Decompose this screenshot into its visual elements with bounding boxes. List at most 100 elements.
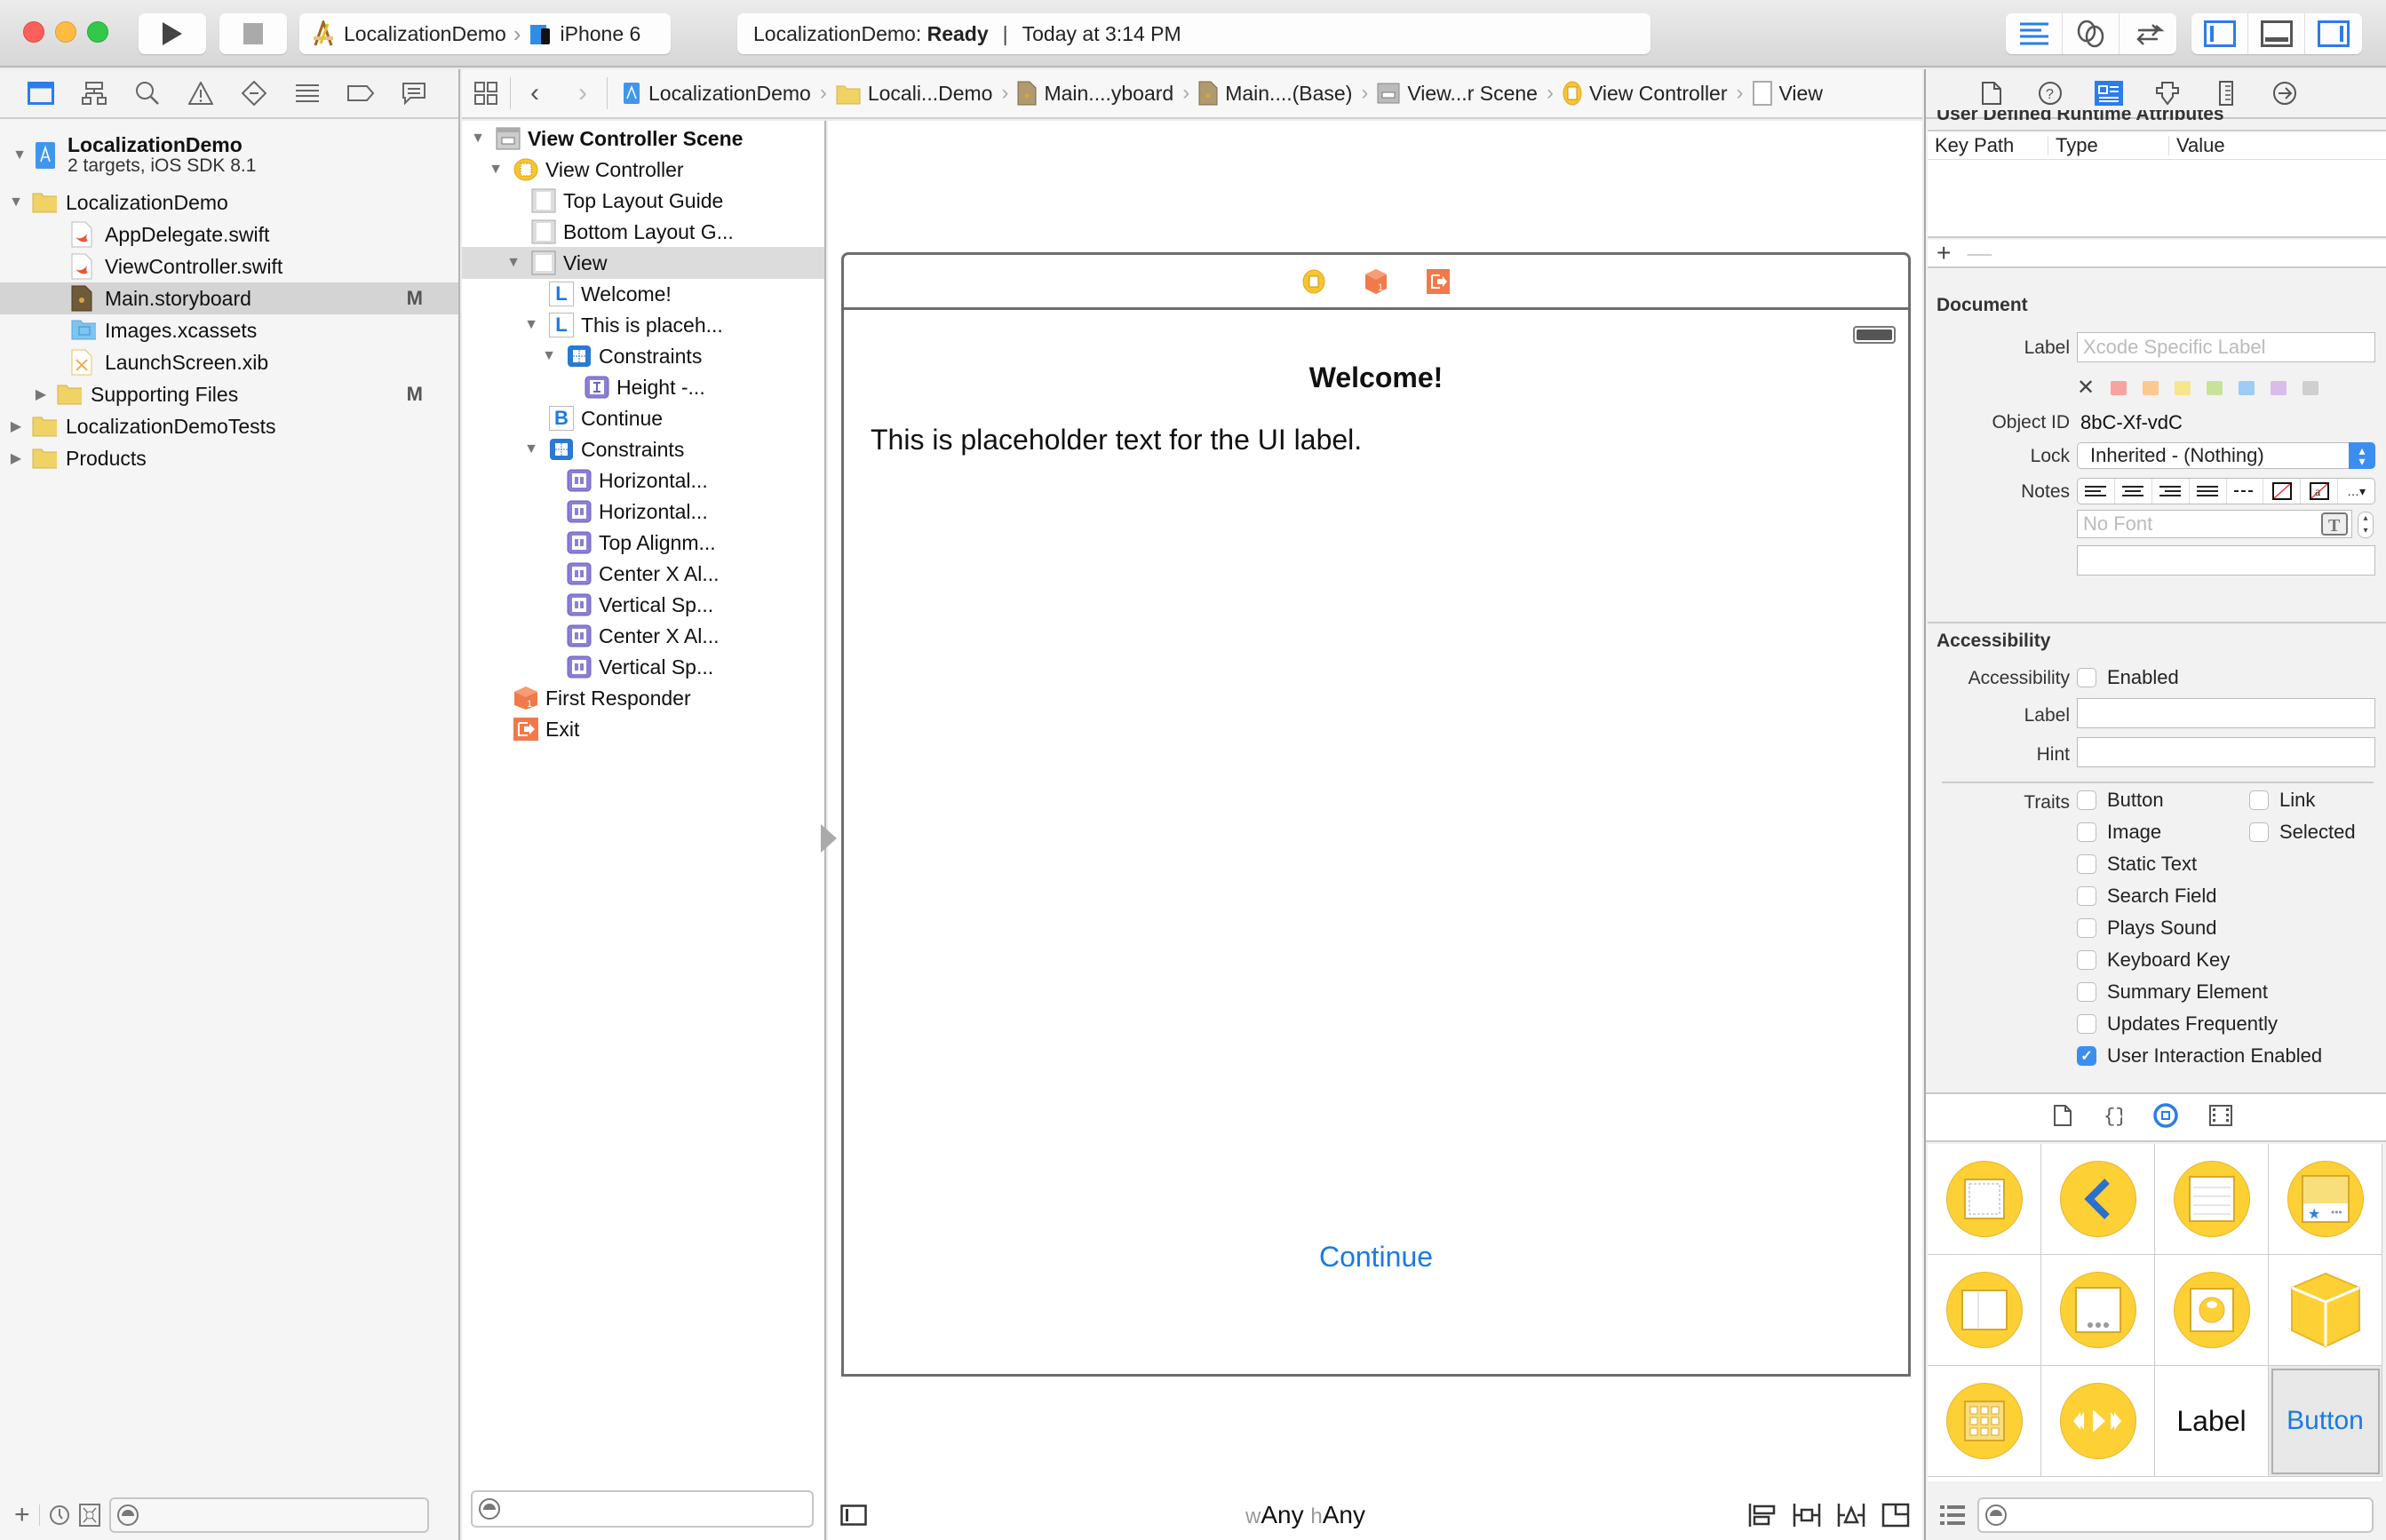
trait-checkbox[interactable]: Keyboard Key: [2077, 949, 2230, 972]
pin-icon[interactable]: [1793, 1503, 1821, 1528]
quick-help-tab[interactable]: ?: [2036, 79, 2064, 107]
scheme-selector[interactable]: LocalizationDemo › iPhone 6: [299, 13, 671, 54]
font-picker-icon[interactable]: T: [2321, 512, 2348, 536]
symbol-navigator-tab[interactable]: [80, 79, 108, 107]
accessibility-hint-field[interactable]: [2077, 737, 2375, 767]
udra-table[interactable]: Key Path Type Value: [1928, 130, 2386, 238]
trait-checkbox[interactable]: Summary Element: [2077, 980, 2268, 1004]
library-item-view-controller[interactable]: [1928, 1144, 2041, 1255]
checkbox[interactable]: [2077, 854, 2096, 874]
outline-filter-field[interactable]: [471, 1490, 814, 1528]
outline-item[interactable]: ▼ Constraints: [462, 433, 824, 465]
navigator-item[interactable]: ViewController.swift: [0, 250, 458, 282]
outline-item[interactable]: Exit: [462, 713, 824, 745]
library-item-split-view-controller[interactable]: [1928, 1255, 2041, 1366]
view-controller-dock-icon[interactable]: [1302, 269, 1325, 294]
align-icon[interactable]: [1748, 1503, 1777, 1528]
run-button[interactable]: [139, 13, 206, 54]
checkbox[interactable]: [2077, 918, 2096, 938]
outline-item[interactable]: ▼ L This is placeh...: [462, 309, 824, 341]
checkbox[interactable]: [2249, 790, 2269, 810]
zoom-window-button[interactable]: [87, 21, 108, 43]
checkmark-icon[interactable]: ✓: [2077, 1046, 2096, 1066]
library-item-navigation-controller[interactable]: [2041, 1144, 2155, 1255]
disclosure-open-icon[interactable]: ▼: [469, 131, 487, 147]
justify-button[interactable]: [2190, 479, 2227, 504]
disclosure-open-icon[interactable]: ▼: [487, 162, 505, 178]
outline-item[interactable]: B Continue: [462, 402, 824, 434]
outline-item[interactable]: ▼ Constraints: [462, 340, 824, 372]
outline-item[interactable]: L Welcome!: [462, 278, 824, 310]
toggle-utilities-button[interactable]: [2305, 13, 2362, 54]
breadcrumb-item[interactable]: View Controller: [1557, 81, 1733, 106]
accessibility-label-field[interactable]: [2077, 698, 2375, 728]
column-type[interactable]: Type: [2048, 135, 2169, 155]
navigator-item[interactable]: Main.storyboard M: [0, 282, 458, 314]
breakpoint-navigator-tab[interactable]: [346, 79, 375, 107]
project-navigator-tab[interactable]: [27, 79, 55, 107]
breadcrumb-item[interactable]: Main....yboard: [1012, 81, 1179, 106]
object-library-tab[interactable]: [2152, 1102, 2179, 1133]
connections-inspector-tab[interactable]: [2271, 79, 2299, 107]
add-file-button[interactable]: +: [14, 1500, 30, 1530]
size-inspector-tab[interactable]: [2212, 79, 2240, 107]
breadcrumb-item[interactable]: View...r Scene: [1372, 81, 1543, 106]
disclosure-open-icon[interactable]: ▼: [522, 441, 540, 457]
outline-item[interactable]: Vertical Sp...: [462, 651, 824, 683]
column-value[interactable]: Value: [2169, 135, 2225, 155]
close-window-button[interactable]: [23, 21, 44, 43]
checkbox[interactable]: [2077, 1014, 2096, 1034]
library-item-table-view-controller[interactable]: [2155, 1144, 2269, 1255]
library-item-object[interactable]: [2269, 1255, 2382, 1366]
first-responder-dock-icon[interactable]: 1: [1364, 268, 1388, 295]
font-size-stepper[interactable]: ▴ ▾: [2358, 512, 2374, 538]
go-back-button[interactable]: ‹: [511, 68, 559, 118]
outline-item[interactable]: ▼ View Controller Scene: [462, 123, 824, 155]
resolve-autolayout-icon[interactable]: [1837, 1503, 1865, 1528]
disclosure-open-icon[interactable]: ▼: [540, 348, 558, 364]
disclosure-closed-icon[interactable]: ▶: [7, 417, 25, 435]
library-item-av-player-view-controller[interactable]: [2041, 1366, 2155, 1477]
label-color-swatch[interactable]: [2207, 380, 2223, 395]
media-library-tab[interactable]: [2209, 1104, 2232, 1131]
issue-navigator-tab[interactable]: [187, 79, 215, 107]
toggle-debug-area-button[interactable]: [2248, 13, 2305, 54]
interface-builder-canvas[interactable]: 1 Welcome! This is placeholder text for …: [821, 121, 1922, 1490]
related-items-button[interactable]: [462, 68, 510, 118]
more-options-button[interactable]: …▾: [2338, 479, 2374, 504]
go-forward-button[interactable]: ›: [559, 68, 607, 118]
align-left-button[interactable]: [2078, 479, 2115, 504]
checkbox[interactable]: [2077, 950, 2096, 970]
xcode-label-field[interactable]: Xcode Specific Label: [2077, 332, 2375, 362]
list-view-toggle-icon[interactable]: [1940, 1504, 1965, 1526]
exit-dock-icon[interactable]: [1427, 268, 1450, 294]
standard-editor-button[interactable]: [2006, 13, 2063, 54]
outline-item[interactable]: Top Layout Guide: [462, 185, 824, 217]
notes-text-area[interactable]: [2077, 545, 2375, 576]
trait-checkbox[interactable]: Image: [2077, 821, 2161, 844]
library-item-tab-bar-controller[interactable]: ★ •••: [2269, 1144, 2382, 1255]
navigator-item[interactable]: Images.xcassets: [0, 314, 458, 346]
scheme-name[interactable]: LocalizationDemo: [344, 22, 506, 46]
accessibility-enabled-checkbox[interactable]: Enabled: [2077, 666, 2179, 689]
stop-button[interactable]: [219, 13, 287, 54]
navigator-item[interactable]: AppDelegate.swift: [0, 218, 458, 250]
report-navigator-tab[interactable]: [400, 79, 428, 107]
remove-attribute-button[interactable]: —: [1967, 239, 1992, 267]
disclosure-open-icon[interactable]: ▼: [7, 194, 25, 210]
identity-inspector-tab[interactable]: [2095, 79, 2123, 107]
label-color-swatch[interactable]: [2302, 380, 2318, 395]
disclosure-closed-icon[interactable]: ▶: [7, 449, 25, 467]
trait-checkbox[interactable]: Selected: [2249, 821, 2356, 844]
continue-button[interactable]: Continue: [844, 1241, 1908, 1274]
breadcrumb-item[interactable]: Locali...Demo: [831, 81, 998, 106]
navigator-item[interactable]: LaunchScreen.xib: [0, 346, 458, 378]
lock-popup[interactable]: Inherited - (Nothing) ▴ ▾: [2077, 442, 2375, 469]
checkbox[interactable]: [2077, 668, 2096, 687]
view-controller-scene[interactable]: 1 Welcome! This is placeholder text for …: [841, 252, 1911, 1377]
breadcrumb-item[interactable]: View: [1747, 81, 1828, 106]
label-color-swatch[interactable]: [2111, 380, 2127, 395]
outline-item[interactable]: Horizontal...: [462, 496, 824, 528]
text-color-button[interactable]: a: [2301, 479, 2339, 504]
align-right-button[interactable]: [2152, 479, 2190, 504]
